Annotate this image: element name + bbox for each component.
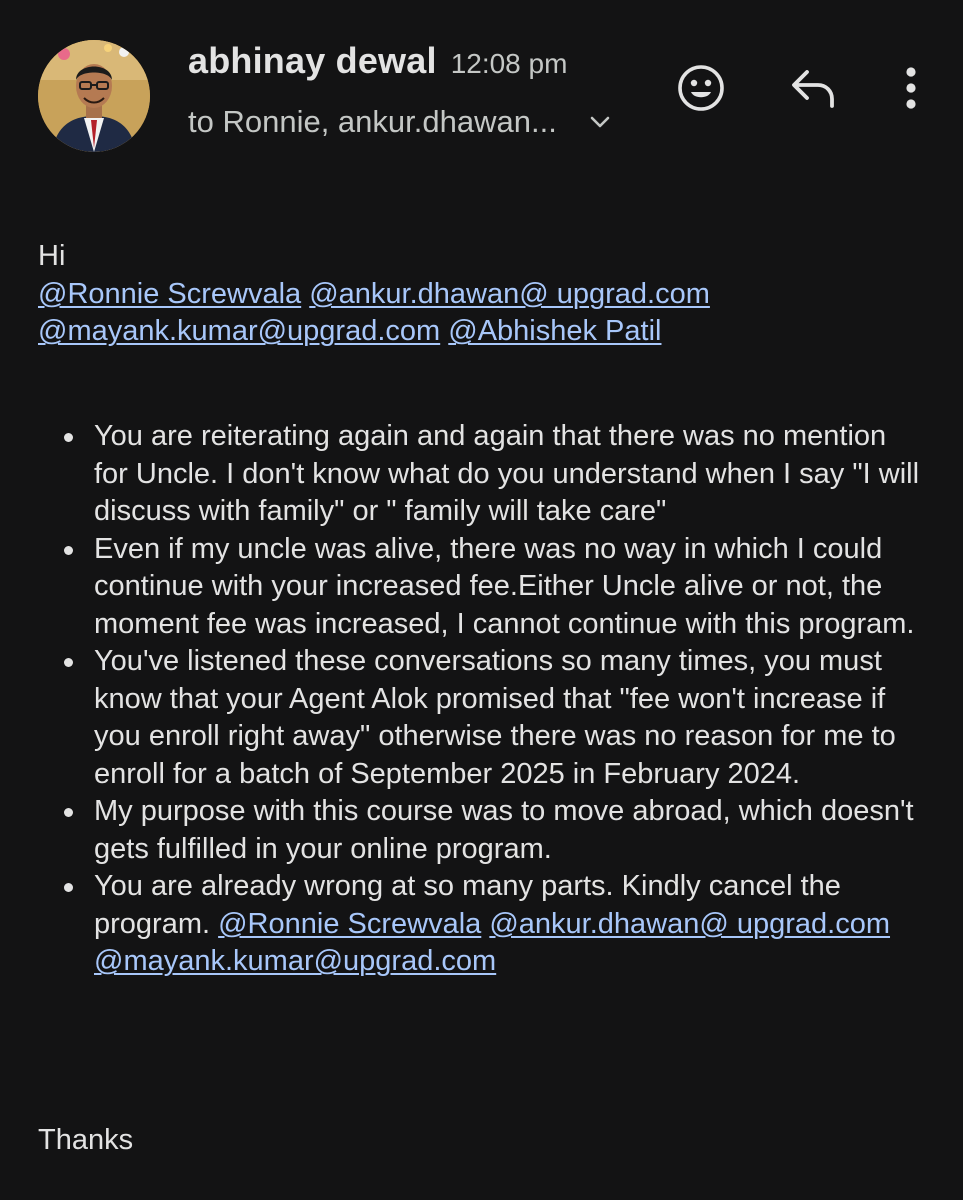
recipients-toggle[interactable]: to Ronnie, ankur.dhawan... [188,100,611,144]
bullet-text: You've listened these conversations so m… [94,645,896,790]
bullet-dot [64,658,73,667]
mention-mayank[interactable]: @mayank.kumar@upgrad.com [94,945,496,977]
sender-line: abhinay dewal 12:08 pm [188,40,567,88]
chevron-down-icon[interactable] [589,111,611,133]
emoji-reaction-icon [678,65,724,111]
mention-ankur[interactable]: @ankur.dhawan@ upgrad.com [489,908,890,940]
mentions-paragraph: @Ronnie Screwvala @ankur.dhawan@ upgrad.… [38,276,918,351]
mention-ronnie[interactable]: @Ronnie Screwvala [218,908,481,940]
bullet-item: You've listened these conversations so m… [64,643,924,793]
avatar-photo [38,40,150,152]
bullet-text: You are reiterating again and again that… [94,420,920,527]
more-options-button[interactable] [883,60,939,116]
add-reaction-button[interactable] [673,60,729,116]
reply-icon [792,70,834,108]
more-vert-icon [906,67,916,109]
sent-time: 12:08 pm [450,48,568,79]
email-body: Hi @Ronnie Screwvala @ankur.dhawan@ upgr… [38,238,938,351]
bullet-dot [64,545,73,555]
greeting: Hi [38,240,66,272]
mention-mayank[interactable]: @mayank.kumar@upgrad.com [38,315,440,347]
bullet-item: Even if my uncle was alive, there was no… [64,531,924,644]
bullet-dot [64,808,73,817]
bullet-list: You are reiterating again and again that… [64,418,924,981]
mention-ronnie[interactable]: @Ronnie Screwvala [38,278,301,310]
bullet-text: My purpose with this course was to move … [94,795,914,865]
sender-avatar[interactable] [38,40,150,152]
bullet-item: You are already wrong at so many parts. … [64,868,924,981]
sender-name[interactable]: abhinay dewal [188,40,437,82]
reply-button[interactable] [785,60,841,116]
bullet-dot [64,883,73,892]
mention-abhishek[interactable]: @Abhishek Patil [448,315,661,347]
bullet-text: Even if my uncle was alive, there was no… [94,532,915,640]
bullet-dot [64,433,73,442]
bullet-item: My purpose with this course was to move … [64,793,924,868]
recipients-summary: to Ronnie, ankur.dhawan... [188,104,557,139]
bullet-item: You are reiterating again and again that… [64,418,924,531]
mention-ankur[interactable]: @ankur.dhawan@ upgrad.com [309,278,710,310]
signoff: Thanks [38,1124,134,1156]
email-header: abhinay dewal 12:08 pm to Ronnie, ankur.… [0,0,963,170]
